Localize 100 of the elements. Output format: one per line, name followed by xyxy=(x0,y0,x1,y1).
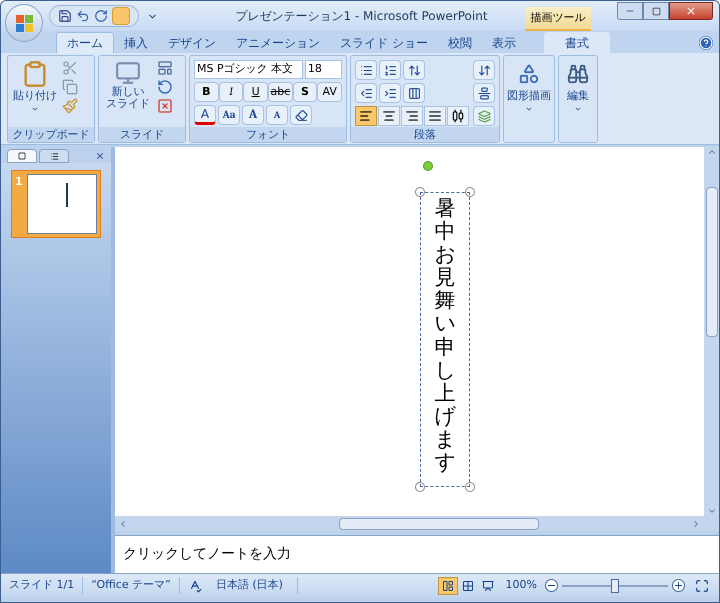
align-right-icon xyxy=(405,109,419,123)
line-spacing-icon xyxy=(408,64,420,76)
save-icon[interactable] xyxy=(58,9,72,23)
bullets-icon xyxy=(360,64,372,76)
align-left-icon xyxy=(359,109,373,123)
align-justify-icon xyxy=(428,109,442,123)
text-direction-button[interactable] xyxy=(473,60,495,80)
zoom-level: 100% xyxy=(504,577,538,594)
ribbon-tab[interactable]: 表示 xyxy=(482,32,526,53)
ribbon-tab[interactable]: 挿入 xyxy=(114,32,158,53)
outline-icon xyxy=(50,152,58,160)
font-name-field[interactable]: MS Pゴシック 本文 xyxy=(194,60,303,79)
context-group-label: 描画ツール xyxy=(530,10,586,26)
decrease-indent-button[interactable] xyxy=(355,83,377,103)
zoom-thumb[interactable] xyxy=(611,578,619,592)
group-label: フォント xyxy=(246,129,290,140)
change-case-button[interactable]: Aa xyxy=(218,105,240,125)
increase-indent-icon xyxy=(384,86,396,100)
office-logo-icon xyxy=(16,14,32,32)
eraser-icon xyxy=(294,108,308,122)
rotate-handle[interactable] xyxy=(423,161,433,171)
resize-handle[interactable] xyxy=(415,482,425,492)
language: 日本語 (日本) xyxy=(202,577,298,594)
window-title: プレゼンテーション1 - Microsoft PowerPoint xyxy=(235,8,488,25)
fit-window-icon[interactable] xyxy=(695,578,709,592)
zoom-in-icon[interactable] xyxy=(672,579,685,592)
alignment-button[interactable] xyxy=(355,106,377,126)
zoom-out-icon[interactable] xyxy=(545,579,558,592)
resize-handle[interactable] xyxy=(465,187,475,197)
slide-preview xyxy=(26,174,97,234)
font-style-button[interactable]: abc xyxy=(268,82,293,102)
alignment-button[interactable] xyxy=(424,106,446,126)
font-style-button[interactable]: I xyxy=(218,82,244,102)
vertical-text: 暑中お見舞い申し上げます xyxy=(434,197,456,476)
layers-icon xyxy=(478,110,490,122)
close-button[interactable] xyxy=(669,2,713,20)
outline-tab[interactable] xyxy=(39,149,69,163)
ribbon-tab[interactable]: アニメーション xyxy=(226,32,330,53)
alignment-button[interactable] xyxy=(378,106,400,126)
resize-handle[interactable] xyxy=(465,482,475,492)
font-style-button[interactable]: AV xyxy=(317,82,342,102)
font-color-button[interactable]: A xyxy=(194,105,216,125)
shrink-font-button[interactable]: A xyxy=(266,105,288,125)
resize-handle[interactable] xyxy=(415,187,425,197)
delete-slide-icon[interactable] xyxy=(157,98,173,114)
close-pane-icon[interactable] xyxy=(95,151,105,161)
font-style-button[interactable]: B xyxy=(194,82,219,102)
align-center-icon xyxy=(382,109,396,123)
columns-icon xyxy=(408,86,420,100)
slide-icon xyxy=(18,152,26,160)
group-label: 段落 xyxy=(414,129,436,140)
slide-number: 1 xyxy=(15,174,23,190)
notes-prompt: クリックしてノートを入力 xyxy=(123,545,291,564)
restore-button[interactable] xyxy=(643,2,669,20)
font-size-field[interactable]: 18 xyxy=(304,60,342,79)
editing-button[interactable]: 編集 xyxy=(563,60,593,112)
binoculars-icon xyxy=(567,63,589,85)
text-box[interactable]: 暑中お見舞い申し上げます xyxy=(420,192,470,487)
view-button[interactable] xyxy=(438,576,458,594)
group-label: スライド xyxy=(120,129,164,140)
slide-count: スライド 1/1 xyxy=(1,577,84,594)
paste-button[interactable]: 貼り付け xyxy=(12,60,58,114)
restore-icon xyxy=(652,6,660,16)
increase-indent-button[interactable] xyxy=(379,83,401,103)
bullets-button[interactable] xyxy=(355,60,377,80)
slides-tab[interactable] xyxy=(7,149,37,163)
numbering-button[interactable] xyxy=(379,60,401,80)
new-slide-button[interactable]: 新しい スライド xyxy=(103,60,153,114)
ribbon-tab[interactable]: 校閲 xyxy=(438,32,482,53)
ribbon-tab[interactable]: 書式 xyxy=(544,32,610,53)
help-icon[interactable] xyxy=(699,36,713,50)
layout-icon[interactable] xyxy=(157,60,173,76)
line-spacing-button[interactable] xyxy=(403,60,425,80)
group-label: クリップボード xyxy=(12,129,90,140)
alignment-button[interactable] xyxy=(401,106,423,126)
grow-font-button[interactable]: A xyxy=(242,105,264,125)
redo-icon[interactable] xyxy=(94,9,108,23)
horizontal-scrollbar[interactable] xyxy=(115,516,719,531)
decrease-indent-icon xyxy=(360,86,372,100)
distribute-icon xyxy=(451,109,465,123)
font-style-button[interactable]: U xyxy=(243,82,268,102)
theme-name: “Office テーマ” xyxy=(83,577,180,594)
ribbon-tab[interactable]: ホーム xyxy=(56,32,114,53)
notes-pane[interactable]: クリックしてノートを入力 xyxy=(115,535,719,573)
slideshow-icon xyxy=(482,580,494,592)
zoom-slider[interactable] xyxy=(562,578,668,592)
drawing-button[interactable]: 図形描画 xyxy=(508,60,550,112)
undo-icon[interactable] xyxy=(76,9,90,23)
font-style-button[interactable]: S xyxy=(292,82,318,102)
alignment-button[interactable] xyxy=(447,106,469,126)
eraser-button[interactable] xyxy=(290,105,312,125)
columns-button[interactable] xyxy=(403,83,425,103)
normal-view-icon xyxy=(442,580,454,592)
ribbon-tab[interactable]: デザイン xyxy=(158,32,226,53)
slide-icon xyxy=(115,60,141,86)
align-text-button[interactable] xyxy=(473,83,495,103)
ribbon-tab[interactable]: スライド ショー xyxy=(330,32,438,53)
sorter-view-icon xyxy=(462,580,474,592)
reset-icon[interactable] xyxy=(157,79,173,95)
vertical-scrollbar[interactable] xyxy=(704,147,719,516)
